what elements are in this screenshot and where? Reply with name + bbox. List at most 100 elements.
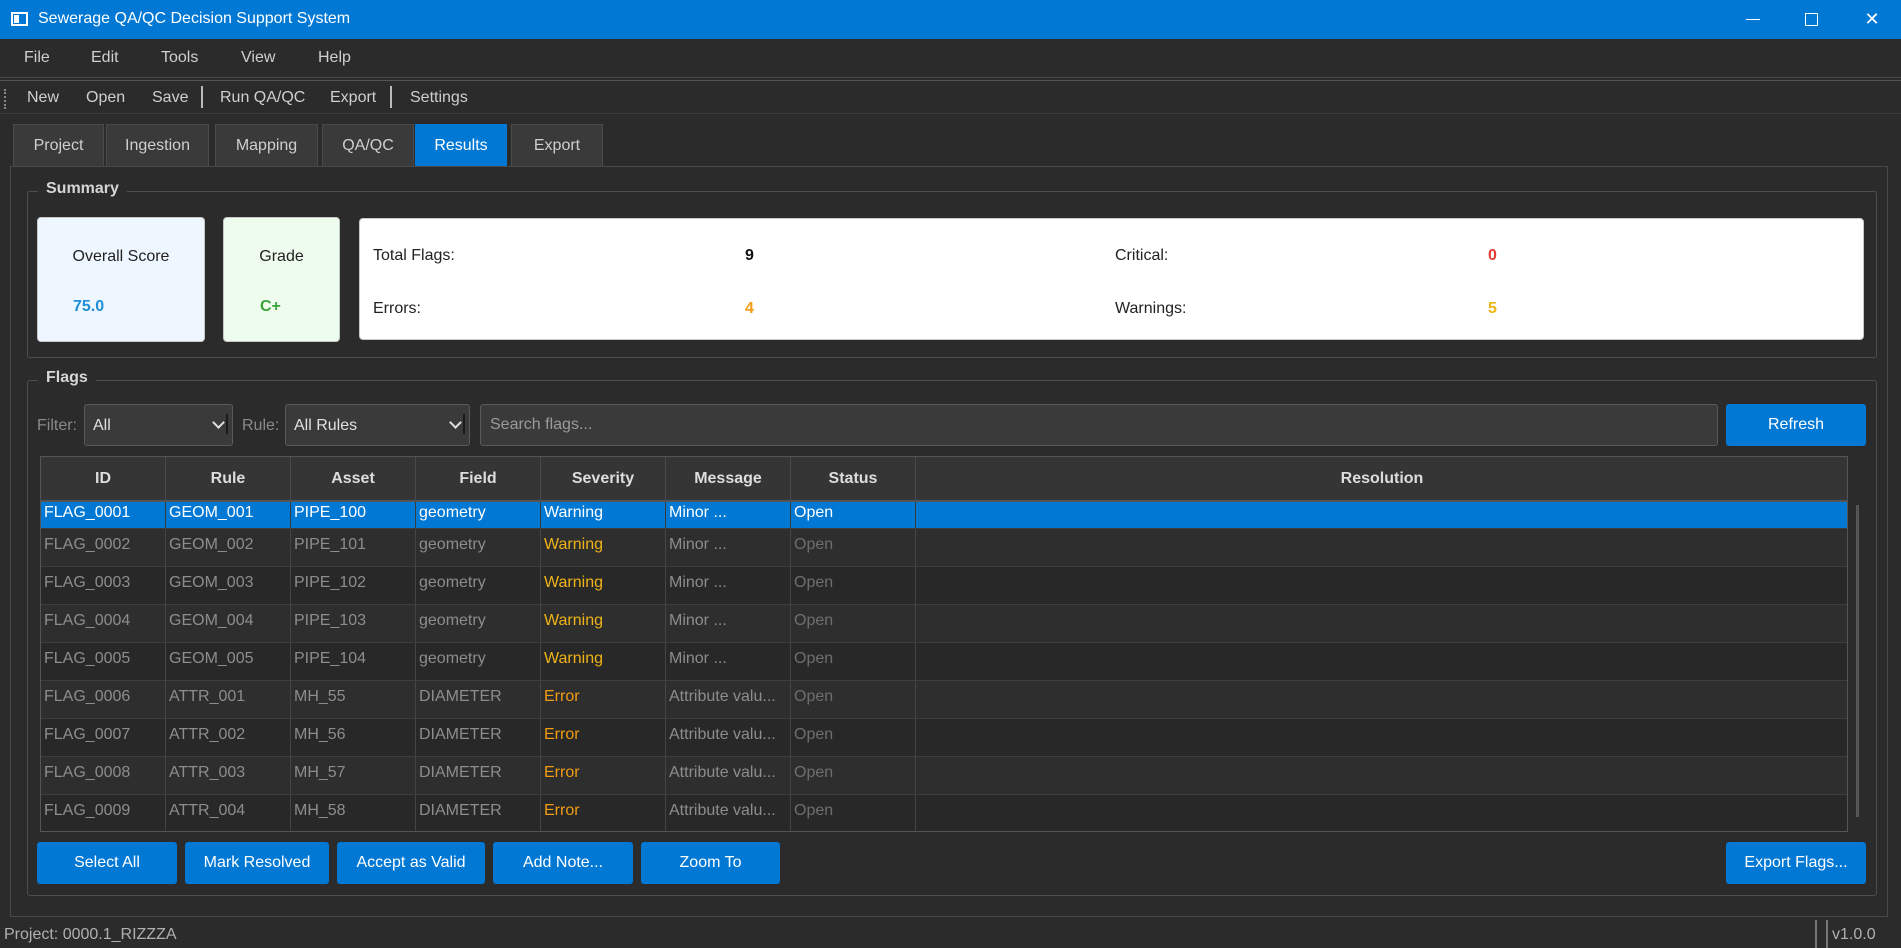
critical-label: Critical: [1115,247,1169,264]
column-header-id[interactable]: ID [41,457,166,502]
warnings-label: Warnings: [1115,300,1187,317]
refresh-button[interactable]: Refresh [1726,404,1866,446]
cell-resolution [916,719,1847,756]
tab-qaqc[interactable]: QA/QC [322,124,414,166]
tab-results[interactable]: Results [415,124,507,166]
cell-asset: MH_55 [291,681,416,718]
column-header-resolution[interactable]: Resolution [916,457,1847,502]
cell-id: FLAG_0005 [41,643,166,680]
tab-export[interactable]: Export [511,124,603,166]
table-row[interactable]: FLAG_0002 GEOM_002 PIPE_101 geometry War… [41,529,1847,567]
cell-rule: ATTR_002 [166,719,291,756]
menu-file[interactable]: File [24,49,50,67]
cell-resolution [916,605,1847,642]
cell-resolution [916,529,1847,566]
new-button[interactable]: New [27,89,59,107]
cell-asset: PIPE_102 [291,567,416,604]
table-row[interactable]: FLAG_0005 GEOM_005 PIPE_104 geometry War… [41,643,1847,681]
close-button[interactable]: ✕ [1843,0,1901,39]
cell-severity: Warning [541,567,666,604]
tab-mapping[interactable]: Mapping [215,124,318,166]
table-scrollbar[interactable] [1856,505,1859,817]
cell-asset: MH_57 [291,757,416,794]
tab-ingestion[interactable]: Ingestion [106,124,209,166]
cell-field: DIAMETER [416,757,541,794]
cell-rule: GEOM_003 [166,567,291,604]
column-header-message[interactable]: Message [666,457,791,502]
mark-resolved-button[interactable]: Mark Resolved [185,842,329,884]
cell-severity: Warning [541,643,666,680]
save-button[interactable]: Save [152,89,188,107]
menu-help[interactable]: Help [318,49,351,67]
column-header-severity[interactable]: Severity [541,457,666,502]
version-label: v1.0.0 [1832,926,1876,943]
zoom-to-button[interactable]: Zoom To [641,842,780,884]
column-header-status[interactable]: Status [791,457,916,502]
accept-valid-button[interactable]: Accept as Valid [337,842,485,884]
cell-message: Minor ... [666,643,791,680]
export-flags-button[interactable]: Export Flags... [1726,842,1866,884]
cell-asset: PIPE_103 [291,605,416,642]
rule-select[interactable]: All Rules [285,404,470,446]
select-all-button[interactable]: Select All [37,842,177,884]
tab-project[interactable]: Project [13,124,104,166]
open-button[interactable]: Open [86,89,125,107]
cell-asset: PIPE_101 [291,529,416,566]
cell-message: Attribute valu... [666,795,791,831]
table-row[interactable]: FLAG_0007 ATTR_002 MH_56 DIAMETER Error … [41,719,1847,757]
cell-status: Open [791,643,916,680]
table-row[interactable]: FLAG_0006 ATTR_001 MH_55 DIAMETER Error … [41,681,1847,719]
cell-rule: GEOM_005 [166,643,291,680]
search-input[interactable] [480,404,1718,446]
title-bar: Sewerage QA/QC Decision Support System ✕ [0,0,1901,39]
minimize-icon [1746,18,1760,21]
cell-status: Open [791,529,916,566]
table-row[interactable]: FLAG_0009 ATTR_004 MH_58 DIAMETER Error … [41,795,1847,831]
column-header-rule[interactable]: Rule [166,457,291,502]
settings-button[interactable]: Settings [410,89,468,107]
errors-value: 4 [745,300,754,317]
add-note-button[interactable]: Add Note... [493,842,633,884]
cell-message: Minor ... [666,605,791,642]
cell-id: FLAG_0002 [41,529,166,566]
cell-field: geometry [416,529,541,566]
minimize-button[interactable] [1724,0,1782,39]
column-header-field[interactable]: Field [416,457,541,502]
summary-title: Summary [38,180,127,198]
cell-status: Open [791,605,916,642]
cell-severity: Error [541,795,666,831]
status-separator [1826,920,1828,948]
overall-score-label: Overall Score [72,248,170,265]
cell-severity: Error [541,757,666,794]
table-row[interactable]: FLAG_0004 GEOM_004 PIPE_103 geometry War… [41,605,1847,643]
cell-resolution [916,643,1847,680]
menu-view[interactable]: View [241,49,275,67]
cell-message: Attribute valu... [666,757,791,794]
grade-card: Grade C+ [223,217,340,342]
rule-select-value: All Rules [294,417,358,434]
menu-bar: File Edit Tools View Help [0,39,1901,78]
run-qaqc-button[interactable]: Run QA/QC [220,89,305,107]
cell-field: geometry [416,643,541,680]
cell-id: FLAG_0006 [41,681,166,718]
close-icon: ✕ [1864,9,1880,29]
errors-label: Errors: [373,300,421,317]
export-button[interactable]: Export [330,89,376,107]
cell-status: Open [791,719,916,756]
cell-resolution [916,757,1847,794]
cell-severity: Warning [541,529,666,566]
cell-asset: MH_58 [291,795,416,831]
toolbar-grip[interactable] [4,89,7,109]
table-row[interactable]: FLAG_0008 ATTR_003 MH_57 DIAMETER Error … [41,757,1847,795]
cell-field: DIAMETER [416,681,541,718]
cell-asset: PIPE_104 [291,643,416,680]
maximize-button[interactable] [1782,0,1840,39]
cell-resolution [916,795,1847,831]
menu-tools[interactable]: Tools [161,49,198,67]
column-header-asset[interactable]: Asset [291,457,416,502]
cell-id: FLAG_0003 [41,567,166,604]
table-row[interactable]: FLAG_0001 GEOM_001 PIPE_100 geometry War… [41,502,1847,539]
filter-select[interactable]: All [84,404,233,446]
menu-edit[interactable]: Edit [91,49,119,67]
table-row[interactable]: FLAG_0003 GEOM_003 PIPE_102 geometry War… [41,567,1847,605]
